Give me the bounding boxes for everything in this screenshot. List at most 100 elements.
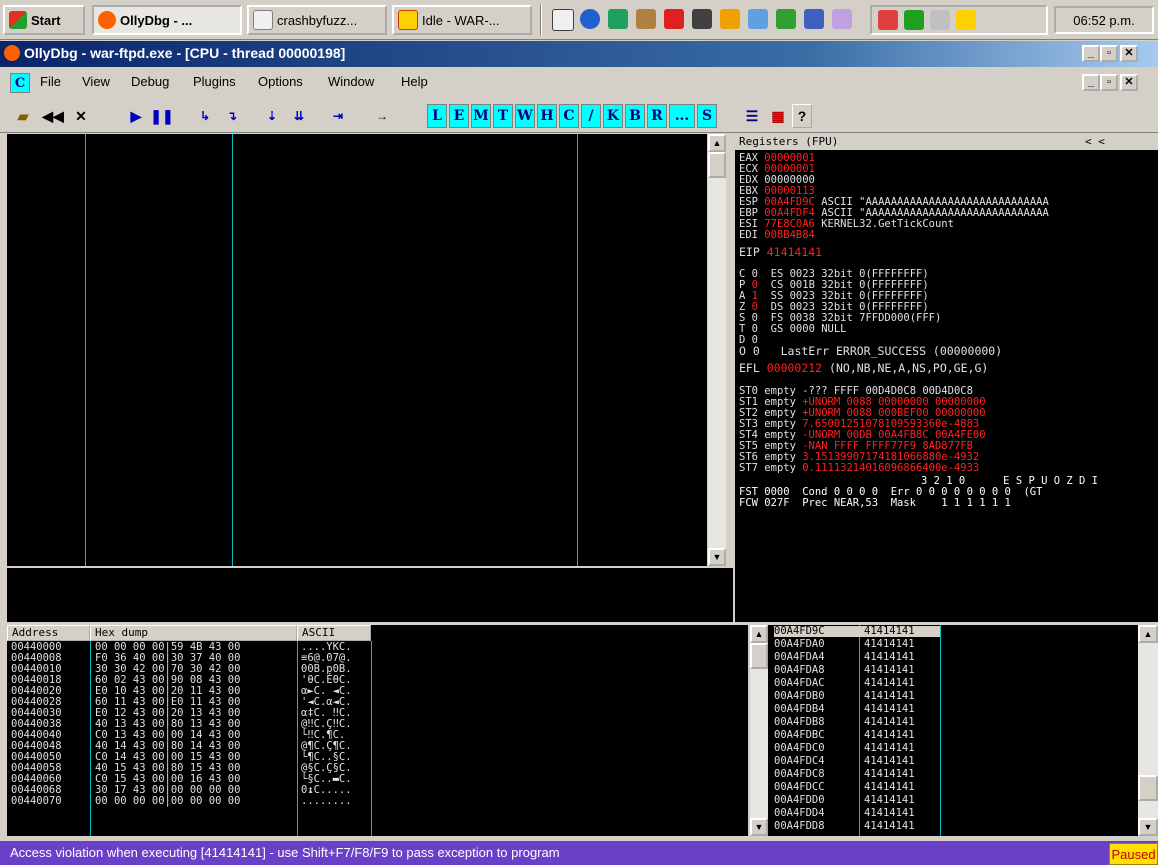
disassembly-scrollbar[interactable]: ▲ ▼ [708,134,726,566]
maximize-button[interactable]: ▫ [1100,45,1118,62]
stack-row[interactable]: 00A4FDC0 41414141 [774,743,940,754]
dump-header-address[interactable]: Address [7,625,90,641]
toolbar-threads-button[interactable]: T [493,104,513,128]
toolbar-patches-button[interactable]: / [581,104,601,128]
tray-shield-icon[interactable] [878,10,898,30]
media-icon[interactable] [832,9,852,29]
restart-icon[interactable]: ◀◀ [40,104,66,128]
taskbar-button-ollydbg[interactable]: OllyDbg - ... [92,5,242,35]
list-icon[interactable]: ☰ [740,104,764,128]
tool-icon[interactable] [776,9,796,29]
toolbar-references-button[interactable]: R [647,104,667,128]
scroll-thumb[interactable] [708,152,726,178]
scroll-thumb[interactable] [1138,775,1158,801]
scroll-up-icon[interactable]: ▲ [750,625,768,643]
stack-row[interactable]: 00A4FDBC 41414141 [774,730,940,741]
scroll-thumb[interactable] [750,643,768,669]
registers-nav[interactable]: < < [1085,134,1105,149]
ollydbg-app-icon[interactable] [4,45,20,61]
stack-row[interactable]: 00A4FDB0 41414141 [774,691,940,702]
stack-row[interactable]: 00A4FDB4 41414141 [774,704,940,715]
reg-efl[interactable]: EFL 00000212 (NO,NB,NE,A,NS,PO,GE,G) [739,362,988,374]
mdi-close-button[interactable]: ✕ [1120,74,1138,91]
window-icon[interactable] [804,9,824,29]
stack-right-scrollbar[interactable]: ▲ ▼ [1138,625,1158,836]
stack-row[interactable]: 00A4FD9C 41414141 [774,626,940,637]
toolbar-source-button[interactable]: S [697,104,717,128]
puzzle-icon[interactable] [636,9,656,29]
toolbar-cpu-button[interactable]: C [559,104,579,128]
toolbar-handles-button[interactable]: H [537,104,557,128]
toolbar-modules-button[interactable]: E [449,104,469,128]
stack-row[interactable]: 00A4FDC4 41414141 [774,756,940,767]
stack-row[interactable]: 00A4FDA8 41414141 [774,665,940,676]
menu-view[interactable]: View [82,74,110,89]
toolbar-log-button[interactable]: L [427,104,447,128]
close-program-icon[interactable]: ✕ [70,104,92,128]
pause-icon[interactable]: ❚❚ [150,104,174,128]
tray-network-icon[interactable] [904,10,924,30]
disassembly-pane[interactable] [7,134,707,566]
stack-row[interactable]: 00A4FDA0 41414141 [774,639,940,650]
close-button[interactable]: ✕ [1120,45,1138,62]
toolbar-windows-button[interactable]: W [515,104,535,128]
scroll-up-icon[interactable]: ▲ [708,134,726,152]
dump-header-hex[interactable]: Hex dump [90,625,297,641]
ftp-tool-icon[interactable] [720,9,740,29]
reg-edi[interactable]: EDI 008B4B84 [739,230,815,241]
scroll-down-icon[interactable]: ▼ [750,818,768,836]
trace-into-icon[interactable]: ⇣ [260,104,284,128]
volume-icon[interactable] [930,10,950,30]
taskbar-button-crashbyfuzz[interactable]: crashbyfuzz... [247,5,387,35]
menu-file[interactable]: File [40,74,61,89]
toolbar-memory-button[interactable]: M [471,104,491,128]
execute-till-return-icon[interactable]: ⇥ [326,104,350,128]
cpu-window-icon[interactable]: C [10,73,30,93]
dump-row[interactable]: 00440070 00 00 00 00|00 00 00 00........ [11,796,352,807]
flag-o[interactable]: O 0 LastErr ERROR_SUCCESS (00000000) [739,345,1002,357]
dump-header-ascii[interactable]: ASCII [297,625,371,641]
browser-icon[interactable] [580,9,600,29]
open-icon[interactable]: ▰ [10,104,36,128]
stack-row[interactable]: 00A4FDC8 41414141 [774,769,940,780]
dump-pane[interactable]: Address Hex dump ASCII 00440000 00 00 00 … [7,625,748,836]
scroll-down-icon[interactable]: ▼ [708,548,726,566]
terminal-icon[interactable] [692,9,712,29]
menu-help[interactable]: Help [401,74,428,89]
stack-row[interactable]: 00A4FDD4 41414141 [774,808,940,819]
network-icon[interactable] [608,9,628,29]
registers-pane[interactable]: Registers (FPU) < < EAX 00000001 ECX 000… [735,134,1158,622]
toolbar-runtrace-button[interactable]: ... [669,104,695,128]
taskbar-button-idle[interactable]: Idle - WAR-... [392,5,532,35]
appearance-icon[interactable]: ▦ [766,104,790,128]
menu-plugins[interactable]: Plugins [193,74,236,89]
stack-left-scrollbar[interactable]: ▲ ▼ [750,625,768,836]
stack-row[interactable]: 00A4FDB8 41414141 [774,717,940,728]
reg-eip[interactable]: EIP 41414141 [739,246,822,258]
burst-icon[interactable] [664,9,684,29]
step-into-icon[interactable]: ↳ [193,104,217,128]
goto-icon[interactable]: → [370,104,394,128]
toolbar-breakpoints-button[interactable]: B [625,104,645,128]
step-over-icon[interactable]: ↴ [220,104,244,128]
fpu-fcw[interactable]: FCW 027F Prec NEAR,53 Mask 1 1 1 1 1 1 [739,498,1011,509]
stack-pane[interactable]: ▲ ▼ 00A4FD9C 41414141 00A4FDA0 41414141 00A4… [750,625,1158,836]
scroll-down-icon[interactable]: ▼ [1138,818,1158,836]
trace-over-icon[interactable]: ⇊ [287,104,311,128]
run-icon[interactable]: ▶ [124,104,148,128]
explorer-icon[interactable] [748,9,768,29]
tray-ftp-icon[interactable] [956,10,976,30]
help-button[interactable]: ? [792,104,812,128]
scroll-up-icon[interactable]: ▲ [1138,625,1158,643]
stack-row[interactable]: 00A4FDCC 41414141 [774,782,940,793]
menu-window[interactable]: Window [328,74,374,89]
stack-row[interactable]: 00A4FDA4 41414141 [774,652,940,663]
fpu-st7[interactable]: ST7 empty 0.11113214016096866400e-4933 [739,463,979,474]
stack-row[interactable]: 00A4FDAC 41414141 [774,678,940,689]
toolbar-callstack-button[interactable]: K [603,104,623,128]
mdi-minimize-button[interactable]: _ [1082,74,1100,91]
minimize-button[interactable]: _ [1082,45,1100,62]
menu-debug[interactable]: Debug [131,74,169,89]
stack-row[interactable]: 00A4FDD0 41414141 [774,795,940,806]
stack-row[interactable]: 00A4FDD8 41414141 [774,821,940,832]
